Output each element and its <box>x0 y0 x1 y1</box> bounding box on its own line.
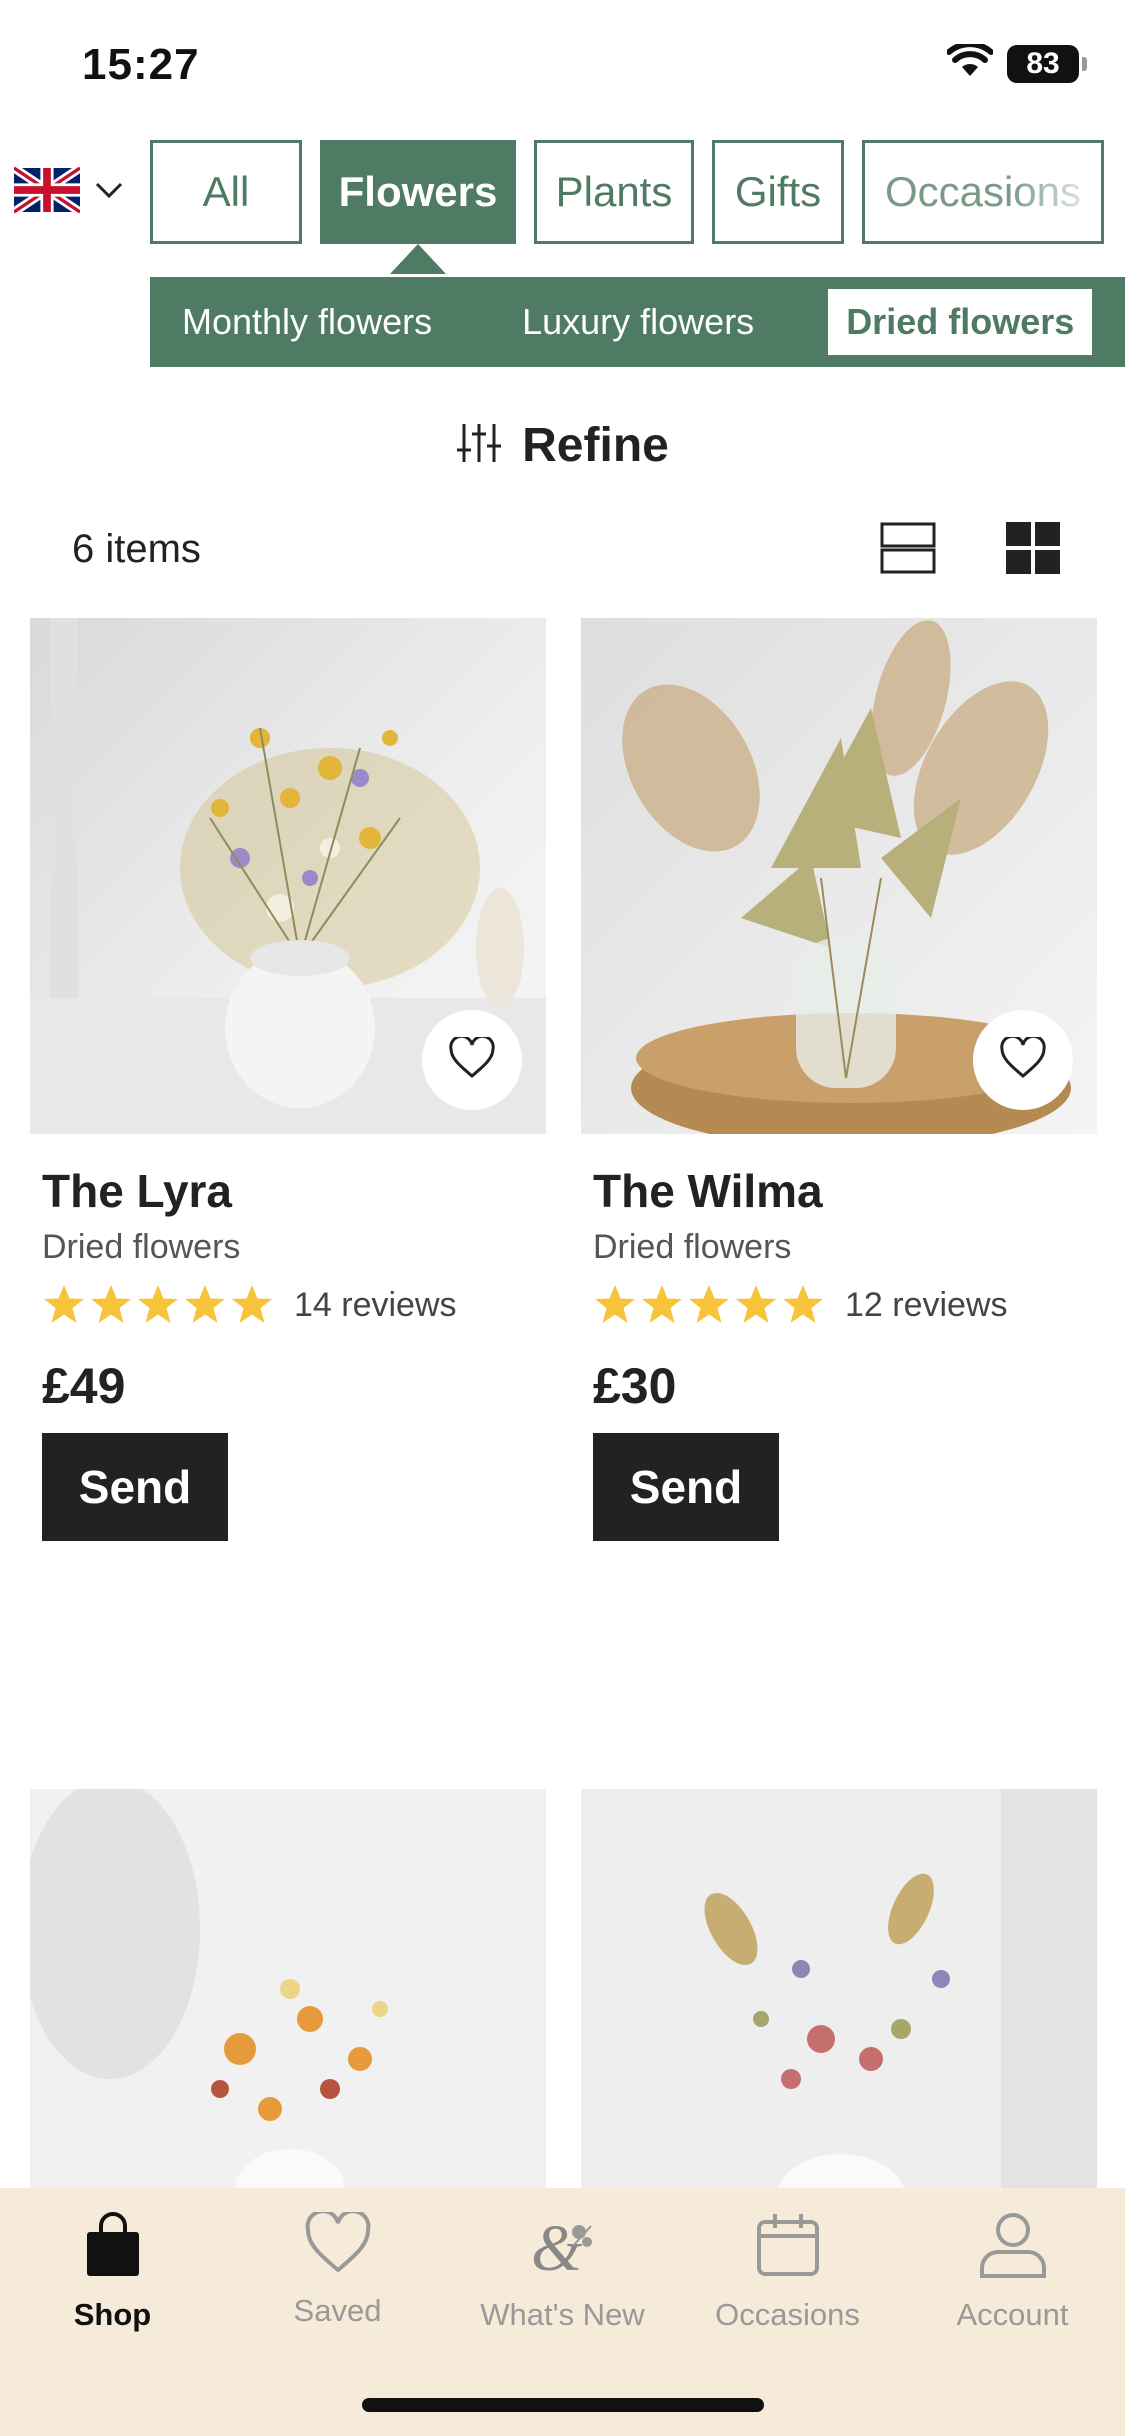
product-type: Dried flowers <box>593 1228 792 1266</box>
tab-gifts[interactable]: Gifts <box>712 140 844 244</box>
sliders-icon <box>456 422 502 469</box>
product-image[interactable] <box>30 618 546 1134</box>
tabbar-label: Saved <box>293 2293 382 2328</box>
five-star-rating-icon <box>595 1285 823 1323</box>
product-image[interactable] <box>581 618 1097 1134</box>
tab-plants[interactable]: Plants <box>534 140 694 244</box>
ampersand-floral-icon: & <box>525 2212 601 2285</box>
chevron-down-icon <box>94 180 124 205</box>
product-rating: 14 reviews <box>42 1283 546 1327</box>
refine-button[interactable]: Refine <box>0 418 1125 473</box>
product-price: £30 <box>593 1358 677 1414</box>
tab-all[interactable]: All <box>150 140 302 244</box>
send-button[interactable]: Send <box>42 1433 228 1541</box>
product-type: Dried flowers <box>42 1228 241 1266</box>
wifi-icon <box>946 41 994 83</box>
tabbar-label: Account <box>956 2297 1069 2332</box>
subcategory-dried-flowers[interactable]: Dried flowers <box>828 289 1093 355</box>
product-card[interactable]: The Lyra Dried flowers 14 reviews £49 Se… <box>30 618 546 1541</box>
app-screen: 15:27 83 All Flowers Plants Gifts Occasi… <box>0 0 1125 2436</box>
shopping-bag-icon <box>83 2212 143 2283</box>
locale-selector[interactable] <box>11 164 124 219</box>
product-name[interactable]: The Lyra <box>42 1164 546 1218</box>
subcategory-luxury-flowers[interactable]: Luxury flowers <box>522 301 754 343</box>
product-card[interactable]: The Wilma Dried flowers 12 reviews £30 S… <box>581 618 1097 1541</box>
uk-flag-icon <box>11 164 83 219</box>
product-name[interactable]: The Wilma <box>593 1164 1097 1218</box>
battery-icon: 83 <box>1007 44 1087 83</box>
review-count[interactable]: 12 reviews <box>845 1286 1008 1325</box>
status-time: 15:27 <box>82 40 200 89</box>
tabbar-label: Shop <box>73 2297 152 2332</box>
tabbar-item-whats-new[interactable]: & What's New <box>450 2212 675 2333</box>
five-star-rating-icon <box>44 1285 272 1323</box>
tab-occasions[interactable]: Occasions <box>862 140 1104 244</box>
save-button[interactable] <box>973 1010 1073 1110</box>
send-button[interactable]: Send <box>593 1433 779 1541</box>
tabbar-item-saved[interactable]: Saved <box>225 2209 450 2329</box>
save-button[interactable] <box>422 1010 522 1110</box>
grid-view-icon[interactable] <box>1006 522 1060 579</box>
product-rating: 12 reviews <box>593 1283 1097 1327</box>
tabbar-item-account[interactable]: Account <box>900 2212 1125 2333</box>
calendar-icon <box>755 2212 821 2283</box>
list-view-icon[interactable] <box>880 522 936 579</box>
person-icon <box>978 2212 1048 2283</box>
heart-icon <box>449 1034 495 1084</box>
tab-flowers[interactable]: Flowers <box>320 140 516 244</box>
tabbar-label: What's New <box>480 2297 645 2332</box>
refine-label: Refine <box>522 419 669 472</box>
subcategory-monthly-flowers[interactable]: Monthly flowers <box>182 301 432 343</box>
category-tabs: All Flowers Plants Gifts Occasions <box>150 140 1104 244</box>
home-indicator[interactable] <box>362 2398 764 2412</box>
subcategory-nav: Monthly flowers Luxury flowers Dried flo… <box>150 277 1125 367</box>
heart-icon <box>305 2209 371 2279</box>
status-indicators: 83 <box>946 41 1087 83</box>
review-count[interactable]: 14 reviews <box>294 1286 457 1325</box>
tabbar-item-occasions[interactable]: Occasions <box>675 2212 900 2333</box>
heart-icon <box>1000 1034 1046 1084</box>
items-count: 6 items <box>72 527 201 571</box>
product-price: £49 <box>42 1358 126 1414</box>
tabbar-label: Occasions <box>715 2297 860 2332</box>
tabbar-item-shop[interactable]: Shop <box>0 2212 225 2333</box>
